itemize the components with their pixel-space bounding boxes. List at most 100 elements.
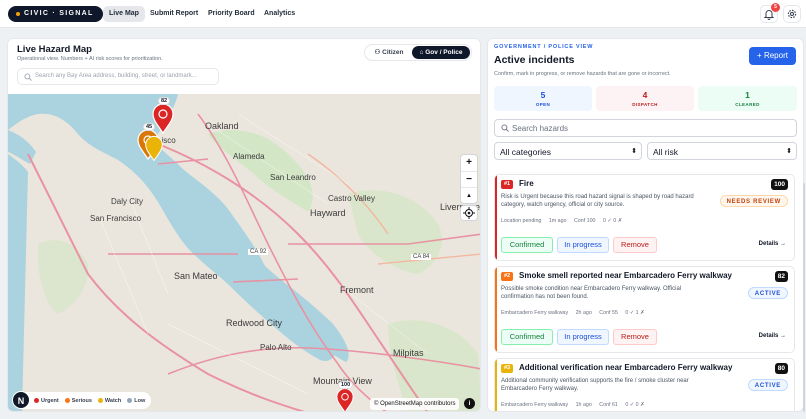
- incident-confidence: Conf 100: [574, 218, 596, 224]
- settings-button[interactable]: [783, 5, 801, 23]
- category-filter-select[interactable]: All categories ⬍: [494, 142, 642, 160]
- incident-time: 1m ago: [548, 218, 567, 224]
- stat-dispatch-value: 4: [642, 90, 648, 100]
- incident-location: Location pending: [501, 218, 542, 224]
- urgency-bar: [495, 267, 497, 352]
- top-nav: CIVIC · SIGNAL Live Map Submit Report Pr…: [0, 0, 806, 28]
- map-attribution[interactable]: © OpenStreetMap contributors: [370, 398, 460, 410]
- notifications-button[interactable]: 5: [760, 3, 780, 23]
- label-oakland: Oakland: [205, 121, 239, 131]
- panel-scrollbar[interactable]: [803, 183, 805, 412]
- in-progress-button[interactable]: In progress: [557, 237, 609, 253]
- confirm-button[interactable]: Confirmed: [501, 329, 553, 345]
- label-daly-city: Daly City: [111, 197, 144, 206]
- nav-submit-report[interactable]: Submit Report: [144, 6, 204, 22]
- incident-meta: Location pending 1m ago Conf 100 0 ✓ 0 ✗: [501, 218, 628, 224]
- label-san-leandro: San Leandro: [270, 173, 316, 182]
- gov-police-mode-button[interactable]: ⌂ Gov / Police: [412, 46, 470, 59]
- incident-rank: #1: [501, 180, 514, 189]
- confirm-button[interactable]: Confirmed: [501, 237, 553, 253]
- marker-score-100: 100: [338, 381, 354, 389]
- label-south-sf: San Francisco: [90, 214, 142, 223]
- view-mode-toggle: ⚇ Citizen ⌂ Gov / Police: [364, 44, 472, 61]
- marker-score-82: 82: [158, 97, 171, 105]
- crosshair-icon: [463, 207, 475, 219]
- risk-filter-select[interactable]: All risk ⬍: [647, 142, 797, 160]
- notification-count-badge: 5: [771, 3, 780, 12]
- citizen-mode-label: Citizen: [382, 49, 404, 56]
- incident-card[interactable]: #1 Fire 100 Risk is Urgent because this …: [494, 174, 795, 261]
- legend-watch: Watch: [97, 397, 122, 404]
- hazard-search-placeholder: Search hazards: [512, 124, 569, 133]
- incident-rank: #3: [501, 364, 514, 373]
- urgency-bar: [495, 359, 497, 411]
- panel-title: Active incidents: [494, 54, 575, 66]
- stat-cleared[interactable]: 1 CLEARED: [698, 86, 797, 111]
- app-logo[interactable]: CIVIC · SIGNAL: [8, 6, 103, 22]
- reset-bearing-button[interactable]: ▲: [461, 187, 477, 203]
- hazard-map[interactable]: Oakland Alameda ncisco Daly City San Fra…: [8, 94, 481, 412]
- info-icon[interactable]: i: [464, 398, 475, 409]
- citizen-mode-button[interactable]: ⚇ Citizen: [367, 46, 411, 59]
- incident-card[interactable]: #2 Smoke smell reported near Embarcadero…: [494, 266, 795, 353]
- hazard-marker-cluster[interactable]: [144, 134, 164, 162]
- incident-votes: 0 ✓ 0 ✗: [602, 218, 623, 224]
- gov-mode-label: Gov / Police: [425, 49, 463, 56]
- incident-meta: Embarcadero Ferry walkway 1h ago Conf 61…: [501, 402, 651, 408]
- map-panel: Live Hazard Map Operational view. Number…: [7, 38, 481, 412]
- panel-overline: GOVERNMENT / POLICE VIEW: [494, 44, 594, 50]
- label-castro-valley: Castro Valley: [328, 194, 375, 203]
- risk-legend: Urgent Serious Watch Low: [14, 392, 152, 409]
- hazard-marker-100[interactable]: 100: [333, 381, 357, 411]
- address-search-input[interactable]: Search any Bay Area address, building, s…: [17, 68, 219, 85]
- incident-votes: 0 ✓ 1 ✗: [625, 310, 645, 316]
- incident-description: Risk is Urgent because this road hazard …: [501, 194, 694, 208]
- legend-low: Low: [127, 398, 145, 404]
- n-avatar-badge[interactable]: N: [12, 391, 30, 409]
- report-button[interactable]: + Report: [749, 47, 796, 65]
- nav-live-map[interactable]: Live Map: [103, 6, 145, 22]
- incident-location: Embarcadero Ferry walkway: [501, 310, 569, 316]
- chevron-updown-icon: ⬍: [631, 148, 637, 155]
- category-filter-value: All categories: [500, 147, 552, 157]
- incident-time: 1h ago: [575, 402, 592, 408]
- legend-label: Low: [134, 397, 146, 404]
- incident-score: 82: [774, 271, 788, 282]
- risk-filter-value: All risk: [653, 147, 679, 157]
- stat-cleared-label: CLEARED: [735, 102, 760, 107]
- incidents-panel: GOVERNMENT / POLICE VIEW Active incident…: [487, 38, 804, 412]
- details-link[interactable]: Details →: [759, 241, 786, 247]
- incident-description: Additional community verification suppor…: [501, 378, 689, 392]
- zoom-out-button[interactable]: −: [461, 171, 477, 187]
- legend-dot-icon: [127, 398, 133, 403]
- nav-priority-board[interactable]: Priority Board: [202, 6, 261, 22]
- legend-serious: Serious: [64, 398, 92, 404]
- chevron-updown-icon: ⬍: [786, 148, 792, 155]
- map-pin-icon: [336, 388, 354, 411]
- in-progress-button[interactable]: In progress: [557, 329, 609, 345]
- map-canvas[interactable]: [8, 94, 481, 412]
- legend-label: Watch: [104, 397, 122, 404]
- incident-title: Smoke smell reported near Embarcadero Fe…: [519, 271, 732, 280]
- incident-card[interactable]: #3 Additional verification near Embarcad…: [494, 358, 795, 411]
- locate-me-button[interactable]: [460, 205, 478, 221]
- hazard-search-input[interactable]: Search hazards: [494, 119, 797, 137]
- incident-votes: 0 ✓ 0 ✗: [625, 402, 645, 408]
- zoom-in-button[interactable]: +: [461, 155, 477, 171]
- incident-time: 2h ago: [575, 310, 592, 316]
- urgency-bar: [495, 175, 497, 260]
- label-alameda: Alameda: [233, 152, 265, 161]
- incident-meta: Embarcadero Ferry walkway 2h ago Conf 55…: [501, 310, 651, 316]
- incident-title: Additional verification near Embarcadero…: [519, 363, 733, 372]
- nav-analytics[interactable]: Analytics: [258, 6, 301, 22]
- legend-dot-icon: [97, 398, 103, 403]
- stat-open[interactable]: 5 OPEN: [494, 86, 592, 111]
- remove-button[interactable]: Remove: [613, 237, 657, 253]
- details-link[interactable]: Details →: [759, 333, 786, 339]
- zoom-controls: + − ▲: [460, 154, 478, 204]
- remove-button[interactable]: Remove: [613, 329, 657, 345]
- legend-dot-icon: [34, 398, 39, 403]
- incident-score: 80: [774, 363, 788, 374]
- stat-dispatch[interactable]: 4 DISPATCH: [596, 86, 694, 111]
- incident-confidence: Conf 61: [599, 402, 618, 408]
